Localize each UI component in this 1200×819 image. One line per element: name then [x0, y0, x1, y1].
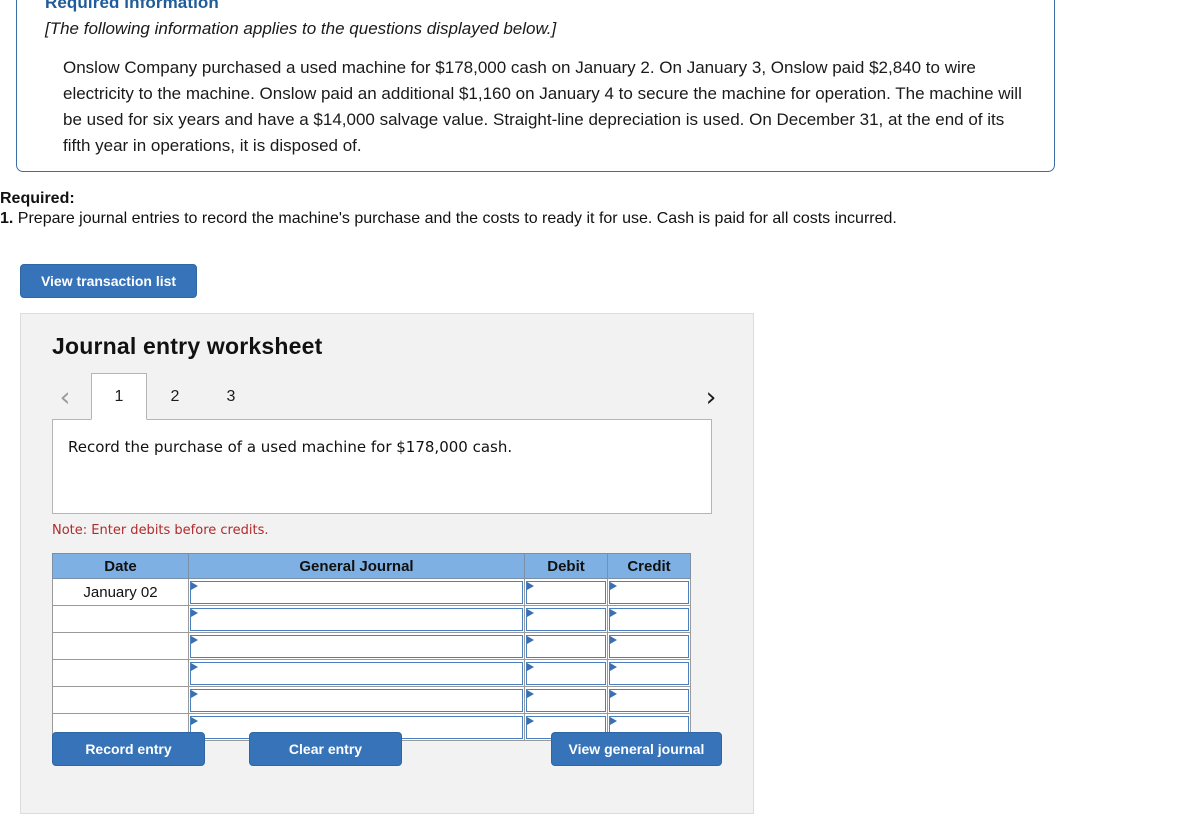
general-journal-cell-4[interactable]	[188, 659, 525, 687]
question-text: Prepare journal entries to record the ma…	[17, 210, 897, 227]
worksheet-tab-1-label: 1	[114, 387, 124, 405]
worksheet-tab-2[interactable]: 2	[147, 373, 203, 420]
required-information-box: Required information [The following info…	[16, 0, 1055, 172]
column-header-date: Date	[52, 553, 189, 579]
credit-cell-5[interactable]	[607, 686, 691, 714]
debits-before-credits-note: Note: Enter debits before credits.	[52, 523, 269, 538]
worksheet-description-box: Record the purchase of a used machine fo…	[52, 419, 712, 514]
account-select-5[interactable]	[190, 688, 523, 712]
chevron-left-icon[interactable]: ‹	[52, 381, 78, 413]
credit-cell-1[interactable]	[607, 578, 691, 606]
table-row: January 02	[52, 578, 691, 606]
credit-input-1[interactable]	[609, 580, 689, 604]
table-row	[52, 659, 691, 687]
date-cell-2[interactable]	[52, 605, 189, 633]
table-row	[52, 686, 691, 714]
column-header-general-journal: General Journal	[188, 553, 525, 579]
debit-input-5[interactable]	[526, 688, 606, 712]
journal-entry-table: Date General Journal Debit Credit Januar…	[52, 553, 691, 741]
question-number: 1.	[0, 210, 14, 227]
view-general-journal-button[interactable]: View general journal	[551, 732, 722, 766]
required-label: Required:	[0, 190, 75, 207]
worksheet-tab-3-label: 3	[226, 388, 236, 405]
debit-cell-5[interactable]	[524, 686, 608, 714]
account-select-3[interactable]	[190, 634, 523, 658]
date-cell-5[interactable]	[52, 686, 189, 714]
debit-input-3[interactable]	[526, 634, 606, 658]
debit-input-1[interactable]	[526, 580, 606, 604]
table-row	[52, 605, 691, 633]
worksheet-description-text: Record the purchase of a used machine fo…	[68, 438, 513, 456]
column-header-credit: Credit	[607, 553, 691, 579]
debit-cell-2[interactable]	[524, 605, 608, 633]
credit-input-4[interactable]	[609, 661, 689, 685]
clear-entry-button[interactable]: Clear entry	[249, 732, 402, 766]
debit-input-2[interactable]	[526, 607, 606, 631]
required-question-1: 1. Prepare journal entries to record the…	[0, 210, 1100, 228]
worksheet-tab-2-label: 2	[170, 388, 180, 405]
worksheet-tab-1[interactable]: 1	[91, 373, 147, 420]
credit-input-5[interactable]	[609, 688, 689, 712]
credit-cell-3[interactable]	[607, 632, 691, 660]
general-journal-cell-3[interactable]	[188, 632, 525, 660]
credit-input-3[interactable]	[609, 634, 689, 658]
debit-input-4[interactable]	[526, 661, 606, 685]
general-journal-cell-2[interactable]	[188, 605, 525, 633]
applies-to-questions-note: [The following information applies to th…	[45, 19, 557, 38]
worksheet-tab-3[interactable]: 3	[203, 373, 259, 420]
table-row	[52, 632, 691, 660]
journal-entry-worksheet-panel: Journal entry worksheet ‹ 1 2 3 › Record…	[20, 313, 754, 814]
column-header-debit: Debit	[524, 553, 608, 579]
account-select-4[interactable]	[190, 661, 523, 685]
credit-cell-2[interactable]	[607, 605, 691, 633]
record-entry-button[interactable]: Record entry	[52, 732, 205, 766]
table-header-row: Date General Journal Debit Credit	[52, 553, 691, 579]
chevron-right-icon[interactable]: ›	[698, 381, 724, 413]
worksheet-title: Journal entry worksheet	[52, 333, 323, 359]
required-information-heading: Required information	[45, 0, 219, 12]
date-cell-1[interactable]: January 02	[52, 578, 189, 606]
date-cell-3[interactable]	[52, 632, 189, 660]
general-journal-cell-1[interactable]	[188, 578, 525, 606]
general-journal-cell-5[interactable]	[188, 686, 525, 714]
worksheet-tabbar: ‹ 1 2 3 ›	[52, 373, 724, 421]
debit-cell-1[interactable]	[524, 578, 608, 606]
credit-input-2[interactable]	[609, 607, 689, 631]
view-transaction-list-button[interactable]: View transaction list	[20, 264, 197, 298]
date-cell-4[interactable]	[52, 659, 189, 687]
account-select-2[interactable]	[190, 607, 523, 631]
credit-cell-4[interactable]	[607, 659, 691, 687]
account-select-1[interactable]	[190, 580, 523, 604]
debit-cell-4[interactable]	[524, 659, 608, 687]
scenario-paragraph: Onslow Company purchased a used machine …	[63, 58, 1022, 155]
debit-cell-3[interactable]	[524, 632, 608, 660]
